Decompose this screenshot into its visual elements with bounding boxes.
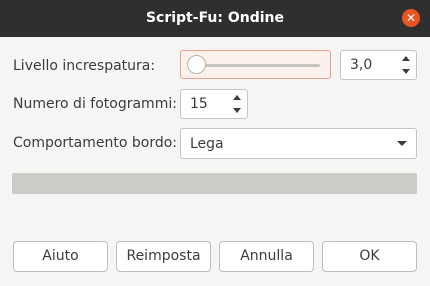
ripple-level-slider[interactable] [180, 50, 331, 79]
cancel-button[interactable]: Annulla [219, 241, 314, 272]
ripple-level-value[interactable]: 3,0 [350, 57, 372, 73]
ripple-level-label: Livello increspatura: [13, 58, 156, 74]
spin-up-icon[interactable] [233, 95, 241, 100]
frame-count-spinner[interactable]: 15 [180, 89, 248, 119]
ok-button[interactable]: OK [322, 241, 417, 272]
close-button[interactable]: ✕ [402, 9, 420, 27]
slider-knob[interactable] [187, 55, 206, 74]
help-button[interactable]: Aiuto [13, 241, 108, 272]
frame-count-value[interactable]: 15 [190, 96, 208, 112]
spin-down-icon[interactable] [233, 108, 241, 113]
frame-count-label: Numero di fotogrammi: [13, 96, 177, 112]
edge-behavior-dropdown[interactable]: Lega [180, 128, 417, 159]
ripple-level-spinner[interactable]: 3,0 [340, 50, 417, 80]
edge-behavior-label: Comportamento bordo: [13, 135, 178, 151]
chevron-down-icon [397, 141, 407, 146]
spin-up-icon[interactable] [402, 56, 410, 61]
spin-down-icon[interactable] [402, 69, 410, 74]
reset-button[interactable]: Reimposta [116, 241, 211, 272]
title-bar: Script-Fu: Ondine ✕ [0, 0, 430, 37]
close-icon: ✕ [405, 11, 417, 25]
window-title: Script-Fu: Ondine [145, 10, 285, 26]
edge-behavior-value: Lega [190, 136, 224, 152]
progress-bar [12, 173, 417, 194]
slider-track [191, 64, 320, 67]
